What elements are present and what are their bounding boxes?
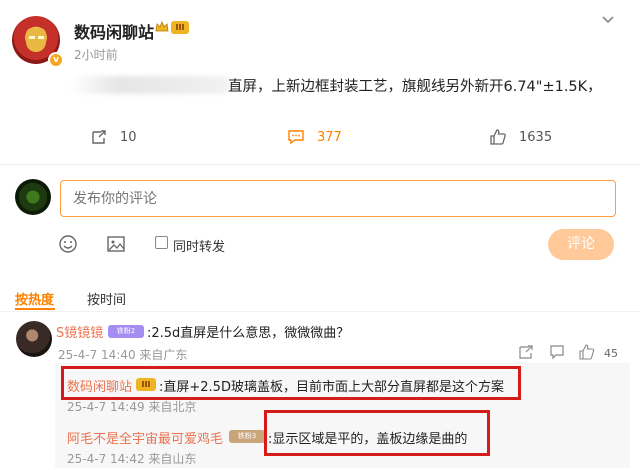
commenter-name[interactable]: S镜镜镜: [56, 322, 103, 341]
blurred-text: [70, 76, 230, 94]
repost-button[interactable]: 10: [90, 128, 137, 146]
submit-comment-button[interactable]: 评论: [548, 229, 614, 260]
emoji-icon[interactable]: [58, 234, 78, 254]
post-time[interactable]: 2小时前: [74, 46, 118, 63]
crown-icon: [155, 20, 169, 32]
like-button[interactable]: 1635: [489, 128, 552, 146]
comment-input[interactable]: [60, 180, 616, 217]
chevron-down-icon[interactable]: [600, 12, 616, 28]
like-icon: [490, 129, 506, 145]
comment-count: 377: [317, 129, 342, 145]
post-body: 直屏，上新边框封装工艺，旗舰线另外新开6.74"±1.5K，: [228, 79, 602, 95]
tab-sort-time[interactable]: 按时间: [87, 289, 126, 308]
comment-icon: [288, 130, 304, 145]
like-count: 1635: [519, 129, 553, 145]
highlight-box: [61, 366, 521, 400]
reply-meta: 25-4-7 14:42 来自山东: [67, 452, 197, 466]
comment-button[interactable]: 377: [287, 128, 342, 146]
like-icon[interactable]: [579, 344, 595, 360]
author-name[interactable]: 数码闲聊站: [74, 19, 154, 43]
image-icon[interactable]: [106, 234, 126, 254]
comment-icon[interactable]: [549, 344, 565, 360]
reply-meta: 25-4-7 14:49 来自北京: [67, 400, 197, 414]
repost-icon: [92, 130, 106, 144]
fan-badge: 铁粉2: [108, 325, 144, 338]
reply-icon[interactable]: [518, 344, 534, 360]
comment-meta: 25-4-7 14:40 来自广东: [58, 348, 188, 362]
comment-like-count: 45: [604, 347, 618, 360]
comment-text: :2.5d直屏是什么意思，微微微曲？: [147, 326, 350, 341]
repost-count: 10: [120, 129, 137, 145]
avatar-eye: [29, 36, 35, 39]
commenter-avatar[interactable]: [16, 321, 52, 357]
level-badge: III: [171, 21, 189, 34]
verified-badge: v: [48, 52, 64, 68]
my-avatar[interactable]: [15, 179, 51, 215]
highlight-box: [264, 410, 490, 456]
active-tab-indicator: [15, 308, 55, 310]
divider: [0, 164, 640, 165]
tab-sort-hot[interactable]: 按热度: [15, 289, 54, 308]
fan-badge: 铁粉3: [229, 430, 265, 443]
avatar-mask: [26, 28, 46, 52]
reply-author-name[interactable]: 阿毛不是全宇宙最可爱鸡毛: [67, 428, 223, 447]
repost-checkbox[interactable]: [155, 236, 168, 249]
divider: [0, 311, 640, 312]
avatar-eye: [38, 36, 44, 39]
repost-checkbox-label[interactable]: 同时转发: [173, 236, 225, 255]
